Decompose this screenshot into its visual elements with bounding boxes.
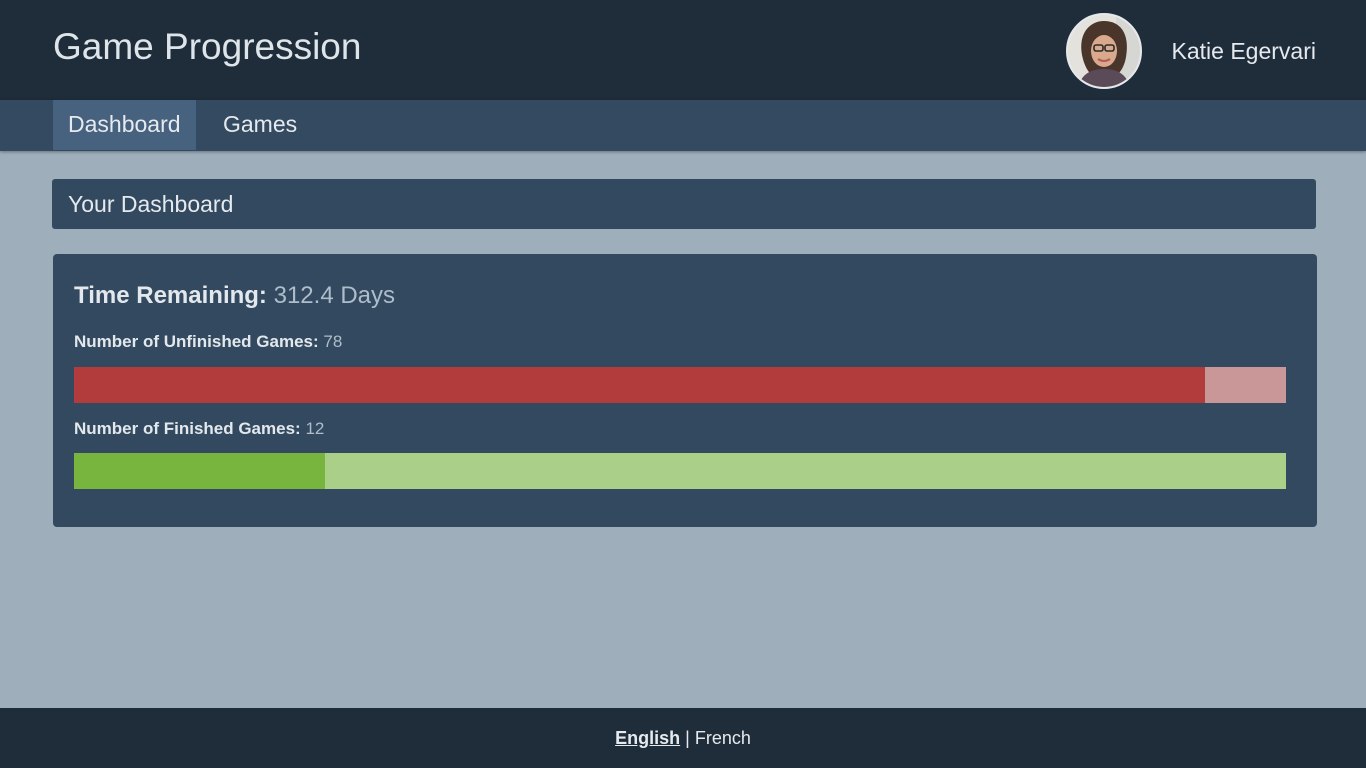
unfinished-games-bar-fill <box>74 367 1205 403</box>
user-avatar[interactable] <box>1066 13 1142 89</box>
tab-dashboard[interactable]: Dashboard <box>53 100 196 150</box>
language-separator: | <box>685 728 690 748</box>
progress-card: Time Remaining: 312.4 Days Number of Unf… <box>53 254 1317 527</box>
avatar-photo-icon <box>1068 15 1140 87</box>
unfinished-games-count: 78 <box>323 332 343 351</box>
finished-games-bar <box>74 453 1286 489</box>
time-remaining-label: Time Remaining: <box>74 282 267 309</box>
user-name[interactable]: Katie Egervari <box>1172 38 1316 65</box>
app-title: Game Progression <box>53 26 362 67</box>
unfinished-games-stat: Number of Unfinished Games: 78 <box>74 332 342 352</box>
finished-games-count: 12 <box>305 419 325 438</box>
finished-games-stat: Number of Finished Games: 12 <box>74 419 324 439</box>
unfinished-games-bar <box>74 367 1286 403</box>
tab-games[interactable]: Games <box>208 100 312 150</box>
top-header: Game Progression Katie Egervari <box>0 0 1366 100</box>
footer: English | French <box>0 708 1366 768</box>
time-remaining: Time Remaining: 312.4 Days <box>74 282 395 310</box>
main-nav: Dashboard Games <box>0 100 1366 151</box>
finished-games-bar-fill <box>74 453 325 489</box>
dashboard-panel-title: Your Dashboard <box>52 179 1316 229</box>
time-remaining-value: 312.4 Days <box>273 282 396 309</box>
language-french-link[interactable]: French <box>695 728 751 748</box>
language-english-link[interactable]: English <box>615 728 680 748</box>
finished-games-label: Number of Finished Games: <box>74 419 301 438</box>
unfinished-games-label: Number of Unfinished Games: <box>74 332 319 351</box>
